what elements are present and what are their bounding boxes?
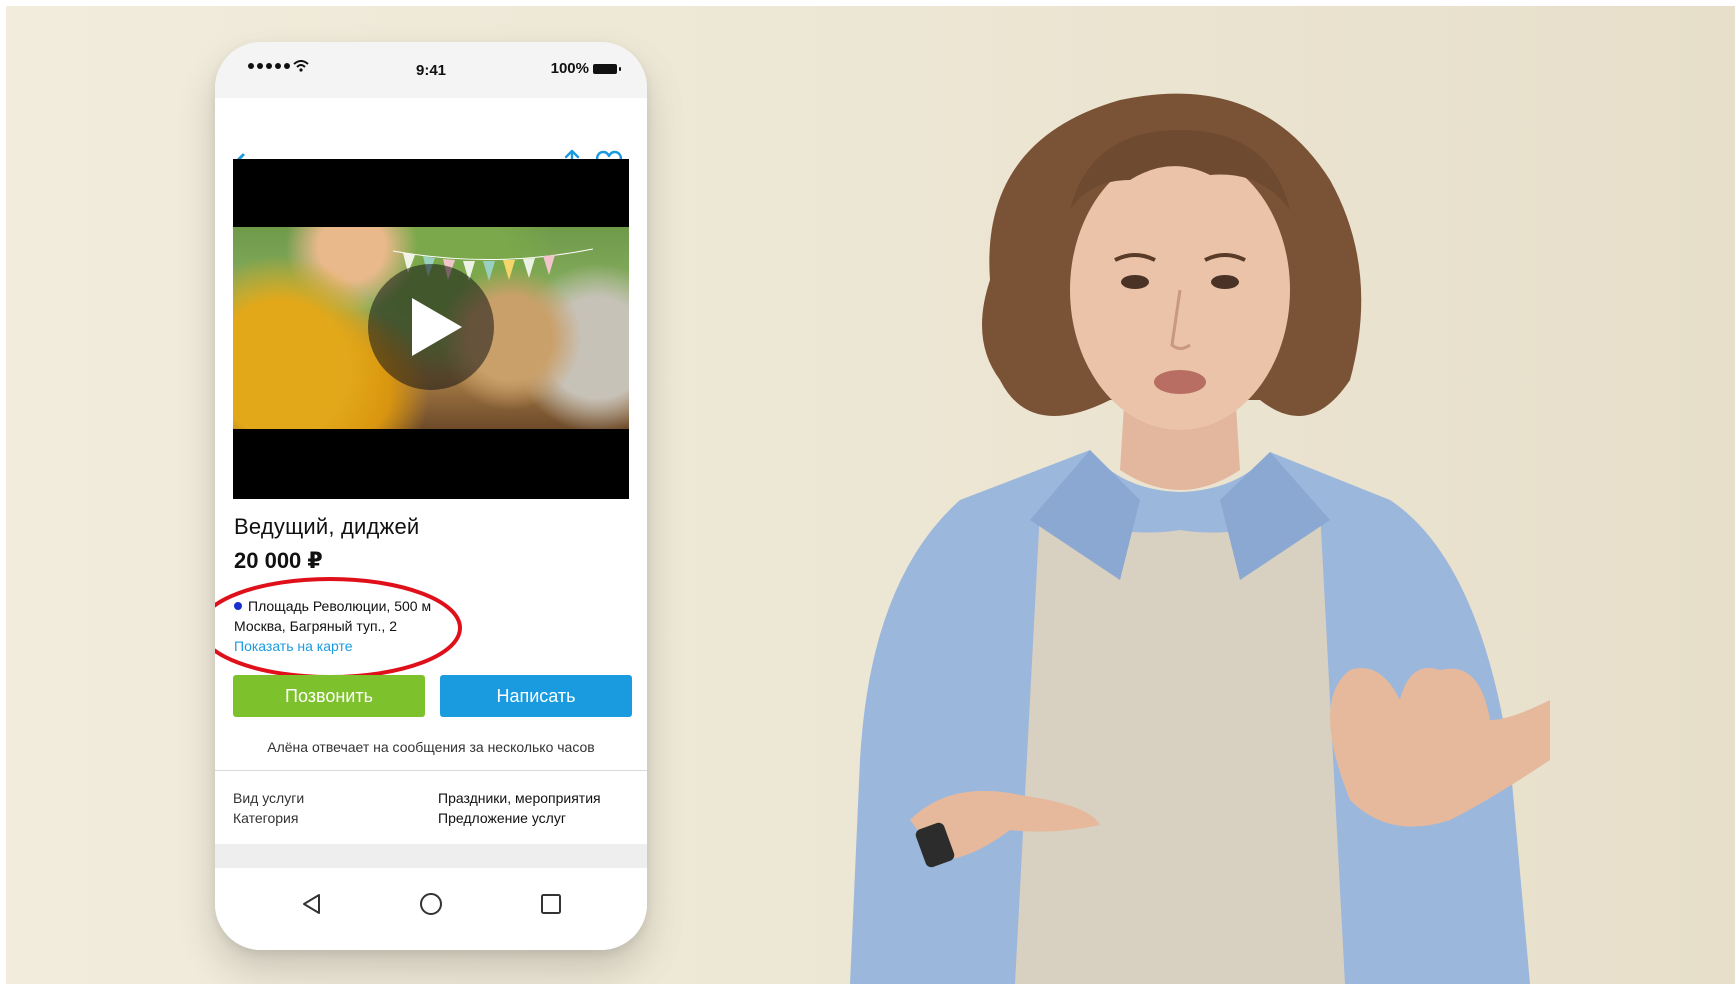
presenter-figure: [850, 93, 1550, 984]
seller-response-note: Алёна отвечает на сообщения за несколько…: [267, 739, 595, 755]
nav-recent-square-icon[interactable]: [540, 893, 562, 915]
call-button[interactable]: Позвонить: [233, 675, 425, 717]
param-value-category: Предложение услуг: [438, 810, 566, 826]
status-bar: 9:41 100%: [215, 42, 647, 98]
metro-line-icon: [234, 602, 242, 610]
battery-percent: 100%: [550, 60, 589, 77]
listing-video[interactable]: [233, 159, 629, 499]
metro-station-text: Площадь Революции, 500 м: [248, 598, 432, 614]
write-message-button[interactable]: Написать: [440, 675, 632, 717]
play-button[interactable]: [368, 264, 494, 390]
param-label-category: Категория: [233, 810, 299, 826]
param-value-service-type: Праздники, мероприятия: [438, 790, 601, 806]
video-frame: 9:41 100% Ведущий, диджей 20 000 ₽ Площа…: [0, 0, 1735, 984]
show-on-map-link[interactable]: Показать на карте: [234, 638, 353, 654]
battery-indicator: 100%: [550, 60, 621, 77]
divider: [215, 770, 647, 771]
nav-home-circle-icon[interactable]: [419, 892, 443, 916]
phone-mockup: 9:41 100% Ведущий, диджей 20 000 ₽ Площа…: [215, 42, 647, 950]
param-label-service-type: Вид услуги: [233, 790, 305, 806]
listing-price: 20 000 ₽: [234, 548, 323, 573]
section-separator: [215, 844, 647, 868]
battery-full-icon: [593, 63, 621, 74]
metro-station: Площадь Революции, 500 м: [234, 598, 431, 614]
play-icon: [412, 298, 462, 356]
nav-back-triangle-icon[interactable]: [301, 892, 323, 916]
listing-address: Москва, Багряный туп., 2: [234, 618, 397, 634]
listing-title: Ведущий, диджей: [234, 514, 420, 539]
android-navigation-bar: [215, 868, 647, 950]
